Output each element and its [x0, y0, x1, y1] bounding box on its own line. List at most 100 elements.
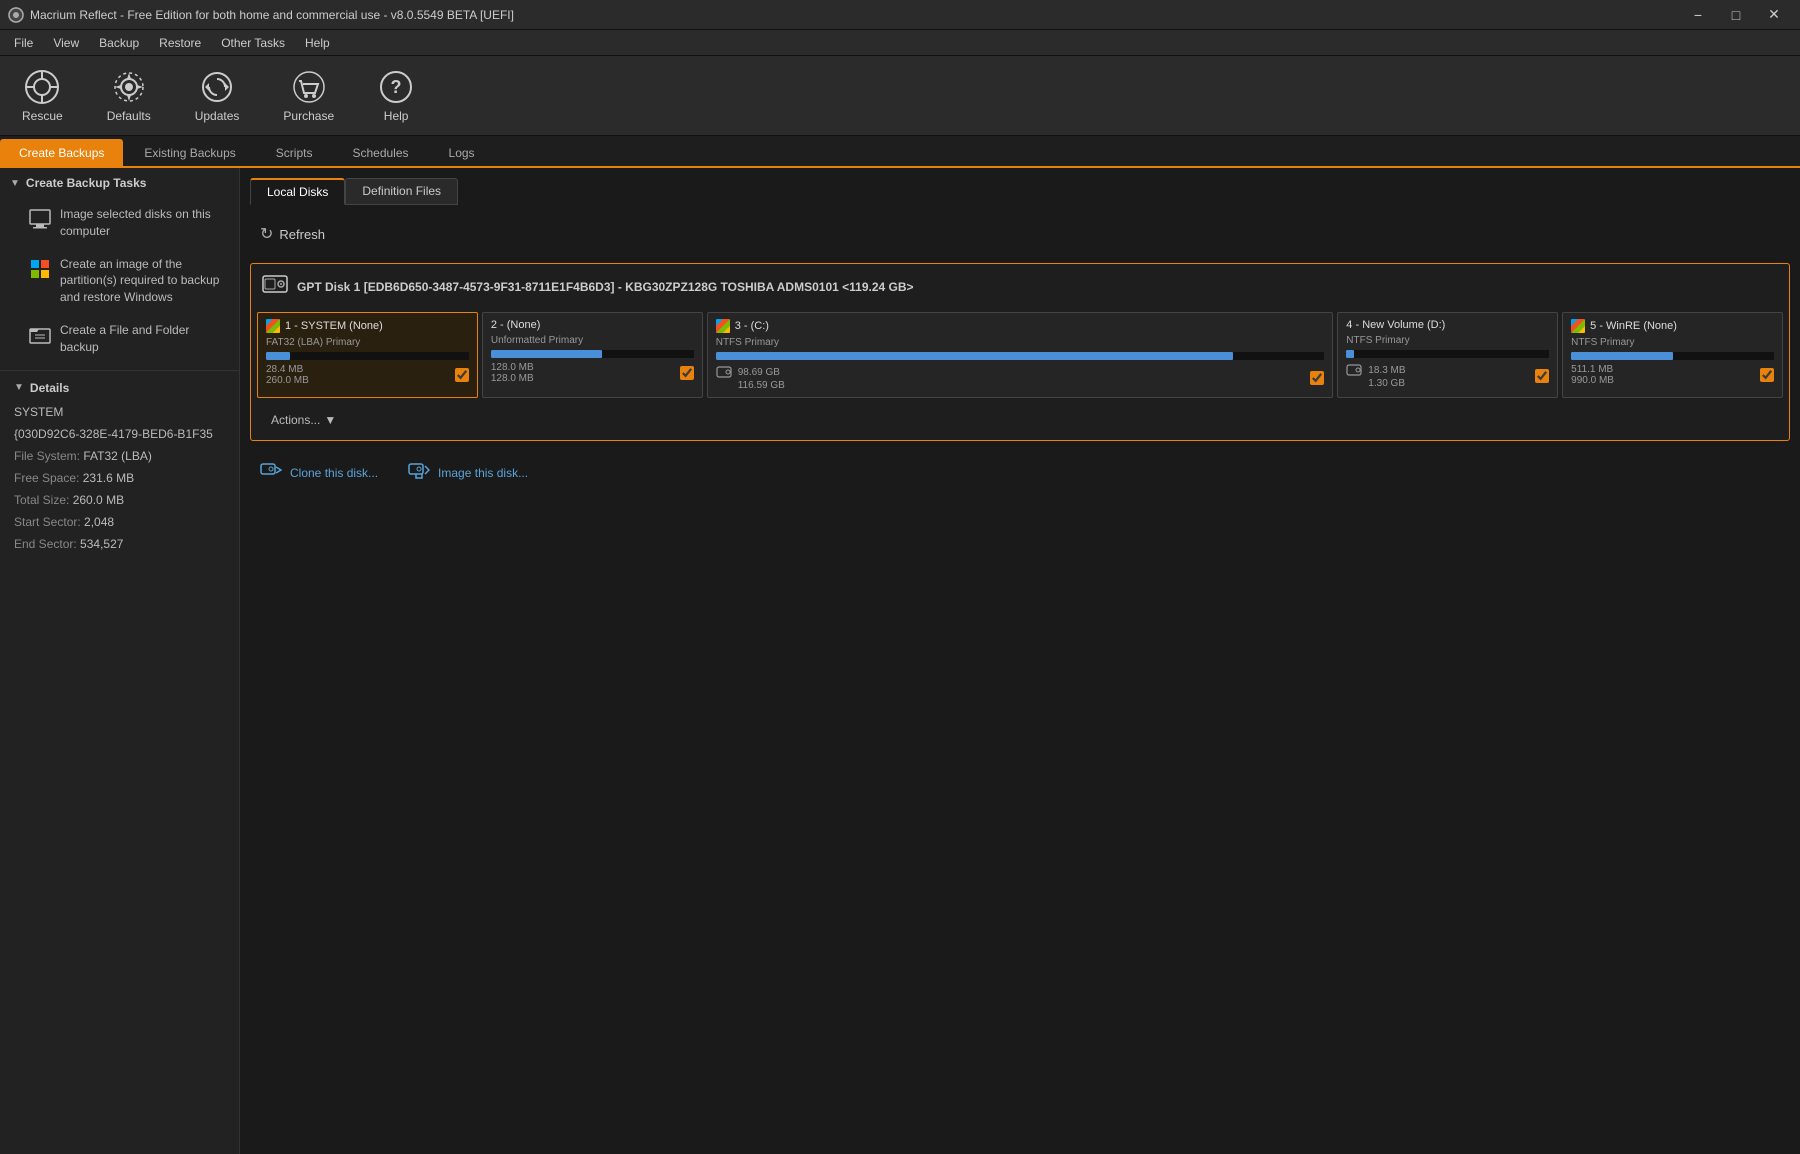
refresh-row: ↻ Refresh [250, 215, 1790, 253]
defaults-icon [111, 69, 147, 105]
menu-backup[interactable]: Backup [89, 34, 149, 52]
hdd-icon-3 [716, 364, 732, 380]
partition-3[interactable]: 3 - (C:) NTFS Primary [707, 312, 1334, 398]
partition-2-checkbox[interactable] [680, 366, 694, 380]
toolbar-help-button[interactable]: ? Help [366, 64, 426, 128]
tab-scripts[interactable]: Scripts [257, 139, 332, 166]
toolbar-rescue-button[interactable]: Rescue [10, 64, 75, 128]
main-tab-bar: Create Backups Existing Backups Scripts … [0, 136, 1800, 168]
partition-4-header: 4 - New Volume (D:) [1346, 319, 1549, 331]
partition-3-size2: 116.59 GB [716, 380, 785, 391]
partition-4[interactable]: 4 - New Volume (D:) NTFS Primary [1337, 312, 1558, 398]
clone-link[interactable]: Clone this disk... [260, 461, 378, 484]
menu-bar: File View Backup Restore Other Tasks Hel… [0, 30, 1800, 56]
menu-view[interactable]: View [43, 34, 89, 52]
detail-name: SYSTEM [14, 403, 229, 421]
partition-2-sizes: 128.0 MB 128.0 MB [491, 362, 694, 384]
partition-5-name: 5 - WinRE (None) [1590, 320, 1677, 332]
partition-5-header: 5 - WinRE (None) [1571, 319, 1774, 333]
actions-label: Actions... [271, 413, 320, 427]
refresh-button[interactable]: ↻ Refresh [252, 221, 333, 247]
detail-start-sector-label: Start Sector: [14, 515, 81, 529]
sidebar: ▼ Create Backup Tasks Image selected dis… [0, 168, 240, 1154]
toolbar-updates-button[interactable]: Updates [183, 64, 252, 128]
partition-4-bar-fill [1346, 350, 1354, 358]
partition-1-name: 1 - SYSTEM (None) [285, 320, 383, 332]
detail-free-space-value: 231.6 MB [83, 471, 134, 485]
menu-file[interactable]: File [4, 34, 43, 52]
detail-start-sector: Start Sector: 2,048 [14, 513, 229, 531]
app-icon [8, 7, 24, 23]
partition-2[interactable]: 2 - (None) Unformatted Primary 128.0 MB … [482, 312, 703, 398]
partition-3-sizes: 98.69 GB 116.59 GB [716, 364, 1325, 391]
detail-end-sector-label: End Sector: [14, 537, 77, 551]
tab-definition-files[interactable]: Definition Files [345, 178, 458, 205]
menu-other-tasks[interactable]: Other Tasks [211, 34, 295, 52]
partition-5-sizes: 511.1 MB 990.0 MB [1571, 364, 1774, 386]
partition-5-size1: 511.1 MB [1571, 364, 1614, 375]
partition-1[interactable]: 1 - SYSTEM (None) FAT32 (LBA) Primary 28… [257, 312, 478, 398]
close-button[interactable]: ✕ [1756, 0, 1792, 30]
partition-4-sizes: 18.3 MB 1.30 GB [1346, 362, 1549, 389]
toolbar-defaults-button[interactable]: Defaults [95, 64, 163, 128]
partition-4-checkbox[interactable] [1535, 369, 1549, 383]
title-bar: Macrium Reflect - Free Edition for both … [0, 0, 1800, 30]
partition-4-size1: 18.3 MB [1368, 365, 1405, 376]
disk-header: GPT Disk 1 [EDB6D650-3487-4573-9F31-8711… [257, 270, 1783, 304]
maximize-button[interactable]: □ [1718, 0, 1754, 30]
detail-filesystem: File System: FAT32 (LBA) [14, 447, 229, 465]
details-collapse-icon: ▼ [14, 382, 24, 393]
partition-4-size-info: 18.3 MB 1.30 GB [1346, 362, 1405, 389]
detail-name-value: SYSTEM [14, 405, 63, 419]
menu-help[interactable]: Help [295, 34, 340, 52]
sidebar-item-file-folder-label: Create a File and Folder backup [60, 322, 229, 356]
detail-guid-value: {030D92C6-328E-4179-BED6-B1F35 [14, 427, 213, 441]
sidebar-section-header[interactable]: ▼ Create Backup Tasks [0, 168, 239, 198]
partition-3-checkbox[interactable] [1310, 371, 1324, 385]
partition-1-bar-fill [266, 352, 290, 360]
partition-5-size-info: 511.1 MB 990.0 MB [1571, 364, 1614, 386]
image-label: Image this disk... [438, 466, 528, 480]
purchase-icon [291, 69, 327, 105]
menu-restore[interactable]: Restore [149, 34, 211, 52]
partition-4-bar [1346, 350, 1549, 358]
partition-2-bar-fill [491, 350, 603, 358]
partition-5-win-icon [1571, 319, 1585, 333]
partition-1-size-info: 28.4 MB 260.0 MB [266, 364, 309, 386]
partition-4-name: 4 - New Volume (D:) [1346, 319, 1445, 331]
hdd-icon-4 [1346, 362, 1362, 378]
tab-local-disks[interactable]: Local Disks [250, 178, 345, 205]
disk-container: GPT Disk 1 [EDB6D650-3487-4573-9F31-8711… [250, 263, 1790, 441]
partition-5-bar [1571, 352, 1774, 360]
tab-logs[interactable]: Logs [430, 139, 494, 166]
file-folder-icon [28, 323, 52, 347]
tab-schedules[interactable]: Schedules [333, 139, 427, 166]
actions-button[interactable]: Actions... ▼ [263, 410, 344, 430]
disk-title: GPT Disk 1 [EDB6D650-3487-4573-9F31-8711… [297, 280, 914, 294]
partition-3-name: 3 - (C:) [735, 320, 769, 332]
rescue-icon [24, 69, 60, 105]
content-tab-bar: Local Disks Definition Files [250, 178, 1790, 205]
actions-row: Actions... ▼ [257, 406, 1783, 434]
partition-3-bar-fill [716, 352, 1233, 360]
minimize-button[interactable]: − [1680, 0, 1716, 30]
refresh-icon: ↻ [260, 224, 273, 244]
detail-end-sector-value: 534,527 [80, 537, 123, 551]
sidebar-item-file-folder[interactable]: Create a File and Folder backup [0, 314, 239, 364]
image-link[interactable]: Image this disk... [408, 461, 528, 484]
partition-5[interactable]: 5 - WinRE (None) NTFS Primary 511.1 MB 9… [1562, 312, 1783, 398]
toolbar-purchase-button[interactable]: Purchase [271, 64, 346, 128]
details-header[interactable]: ▼ Details [14, 381, 229, 395]
partition-5-checkbox[interactable] [1760, 368, 1774, 382]
partition-2-size2: 128.0 MB [491, 373, 534, 384]
partition-5-type: NTFS Primary [1571, 337, 1774, 348]
sidebar-item-image-selected[interactable]: Image selected disks on this computer [0, 198, 239, 248]
sidebar-item-image-partition[interactable]: Create an image of the partition(s) requ… [0, 248, 239, 314]
partition-1-win-icon [266, 319, 280, 333]
partition-1-checkbox[interactable] [455, 368, 469, 382]
rescue-label: Rescue [22, 109, 63, 123]
updates-icon [199, 69, 235, 105]
tab-existing-backups[interactable]: Existing Backups [125, 139, 254, 166]
partition-3-size-info: 98.69 GB 116.59 GB [716, 364, 785, 391]
tab-create-backups[interactable]: Create Backups [0, 139, 123, 166]
